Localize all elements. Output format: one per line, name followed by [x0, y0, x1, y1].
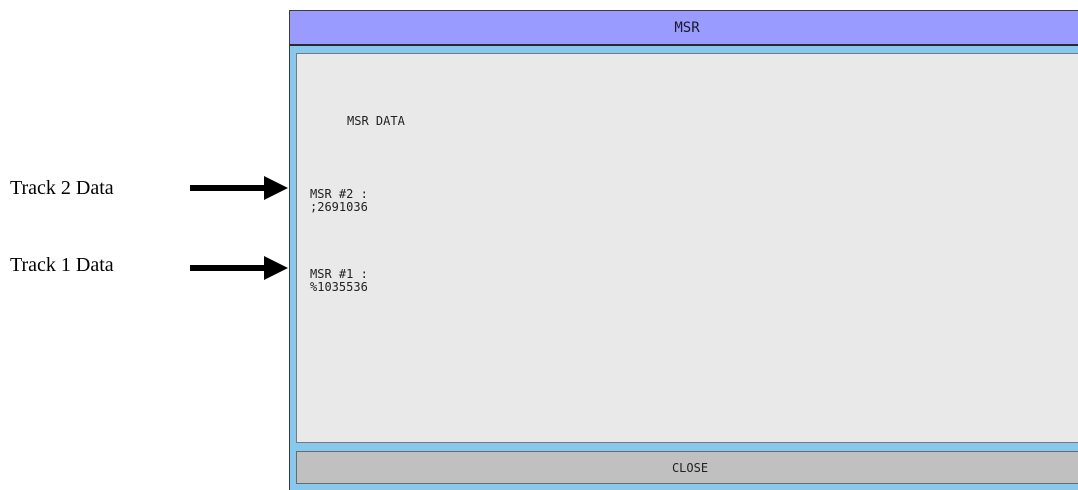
- track1-annotation-label: Track 1 Data: [10, 254, 114, 276]
- dialog-titlebar: MSR: [290, 11, 1078, 46]
- msr-dialog: MSR MSR DATA MSR #2 : ;2691036 MSR #1 : …: [289, 10, 1078, 490]
- close-button-label: CLOSE: [671, 460, 709, 475]
- msr-data-panel: MSR DATA MSR #2 : ;2691036 MSR #1 : %103…: [296, 53, 1078, 443]
- msr2-block: MSR #2 : ;2691036: [310, 188, 368, 214]
- dialog-body-frame: MSR DATA MSR #2 : ;2691036 MSR #1 : %103…: [290, 46, 1078, 490]
- close-button[interactable]: CLOSE: [296, 451, 1078, 484]
- arrow-icon: [190, 176, 288, 200]
- track2-annotation-label: Track 2 Data: [10, 177, 114, 199]
- msr1-value: %1035536: [310, 280, 368, 294]
- arrow-icon: [190, 256, 288, 280]
- msr2-value: ;2691036: [310, 200, 368, 214]
- dialog-title: MSR: [674, 19, 700, 36]
- msr-data-heading: MSR DATA: [347, 114, 405, 128]
- msr1-block: MSR #1 : %1035536: [310, 268, 368, 294]
